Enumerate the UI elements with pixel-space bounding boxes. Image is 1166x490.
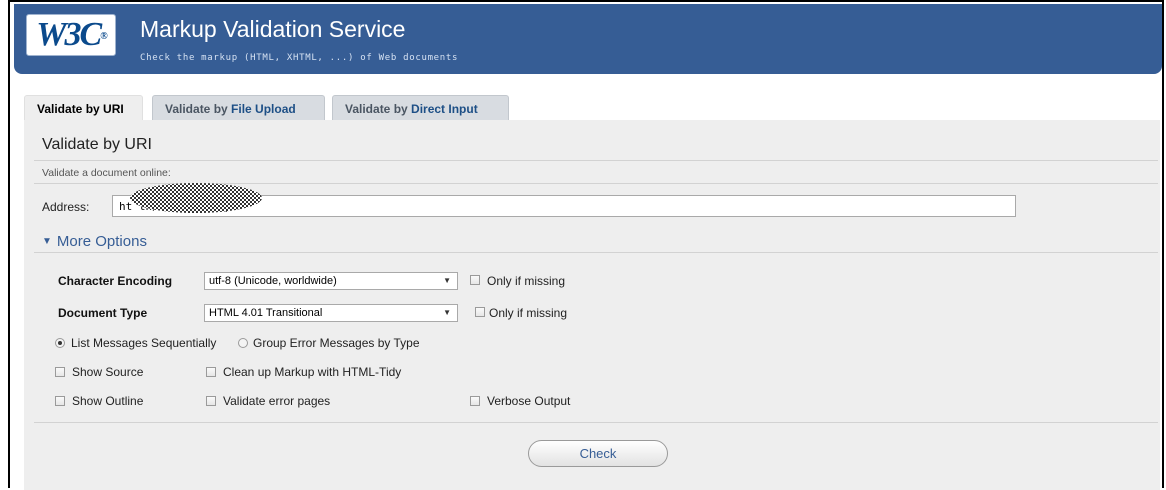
character-encoding-label: Character Encoding (58, 274, 173, 288)
list-sequentially-label: List Messages Sequentially (71, 336, 217, 350)
check-button[interactable]: Check (528, 440, 668, 467)
tab-highlight: URI (103, 102, 124, 116)
panel-description: Validate a document online: (42, 167, 171, 179)
divider (34, 160, 1158, 161)
select-value: HTML 4.01 Transitional (209, 307, 323, 319)
caret-down-icon: ▼ (42, 236, 52, 247)
show-source-label: Show Source (72, 365, 144, 379)
cleanup-markup-checkbox[interactable] (206, 367, 216, 377)
dropdown-arrow-icon: ▼ (443, 308, 451, 317)
document-type-label: Document Type (58, 306, 148, 320)
tab-highlight: Direct Input (411, 102, 478, 116)
more-options-label: More Options (56, 233, 147, 250)
browser-frame: W3C® Markup Validation Service Check the… (8, 0, 1164, 490)
encoding-only-if-missing-checkbox[interactable] (470, 275, 480, 285)
divider (34, 252, 1158, 253)
verbose-output-label: Verbose Output (487, 394, 571, 408)
validate-error-pages-label: Validate error pages (223, 394, 331, 408)
show-outline-label: Show Outline (72, 394, 144, 408)
encoding-only-if-missing-label: Only if missing (487, 274, 566, 288)
tab-validate-by-uri[interactable]: Validate by URI (24, 95, 143, 120)
tab-prefix: Validate by (345, 102, 412, 116)
tab-validate-by-file-upload[interactable]: Validate by File Upload (152, 95, 325, 120)
tab-prefix: Validate by (37, 102, 104, 116)
group-by-type-radio[interactable] (238, 338, 248, 348)
select-value: utf-8 (Unicode, worldwide) (209, 275, 337, 287)
cleanup-markup-label: Clean up Markup with HTML-Tidy (223, 365, 402, 379)
panel-title: Validate by URI (42, 136, 152, 153)
validate-by-uri-panel: Validate by URI Validate a document onli… (24, 120, 1160, 490)
w3c-logo-text: W3C® (36, 16, 108, 53)
more-options-toggle[interactable]: ▼ More Options (42, 233, 147, 250)
validate-error-pages-checkbox[interactable] (206, 396, 216, 406)
show-outline-checkbox[interactable] (55, 396, 65, 406)
verbose-output-checkbox[interactable] (470, 396, 480, 406)
doctype-only-if-missing-label: Only if missing (489, 306, 568, 320)
page-subtitle: Check the markup (HTML, XHTML, ...) of W… (140, 53, 459, 63)
dropdown-arrow-icon: ▼ (443, 276, 451, 285)
tab-prefix: Validate by (165, 102, 232, 116)
document-type-select[interactable]: HTML 4.01 Transitional ▼ (204, 304, 458, 322)
list-sequentially-radio[interactable] (55, 338, 65, 348)
doctype-only-if-missing-checkbox[interactable] (475, 307, 485, 317)
site-header: W3C® Markup Validation Service Check the… (14, 4, 1162, 74)
address-label: Address: (42, 200, 90, 214)
show-source-checkbox[interactable] (55, 367, 65, 377)
w3c-logo[interactable]: W3C® (26, 14, 116, 56)
page-title: Markup Validation Service (140, 16, 406, 42)
character-encoding-select[interactable]: utf-8 (Unicode, worldwide) ▼ (204, 272, 458, 290)
redaction-scribble (130, 183, 262, 213)
tab-validate-by-direct-input[interactable]: Validate by Direct Input (332, 95, 509, 120)
group-by-type-label: Group Error Messages by Type (253, 336, 420, 350)
tab-highlight: File Upload (231, 102, 296, 116)
divider (34, 422, 1158, 423)
